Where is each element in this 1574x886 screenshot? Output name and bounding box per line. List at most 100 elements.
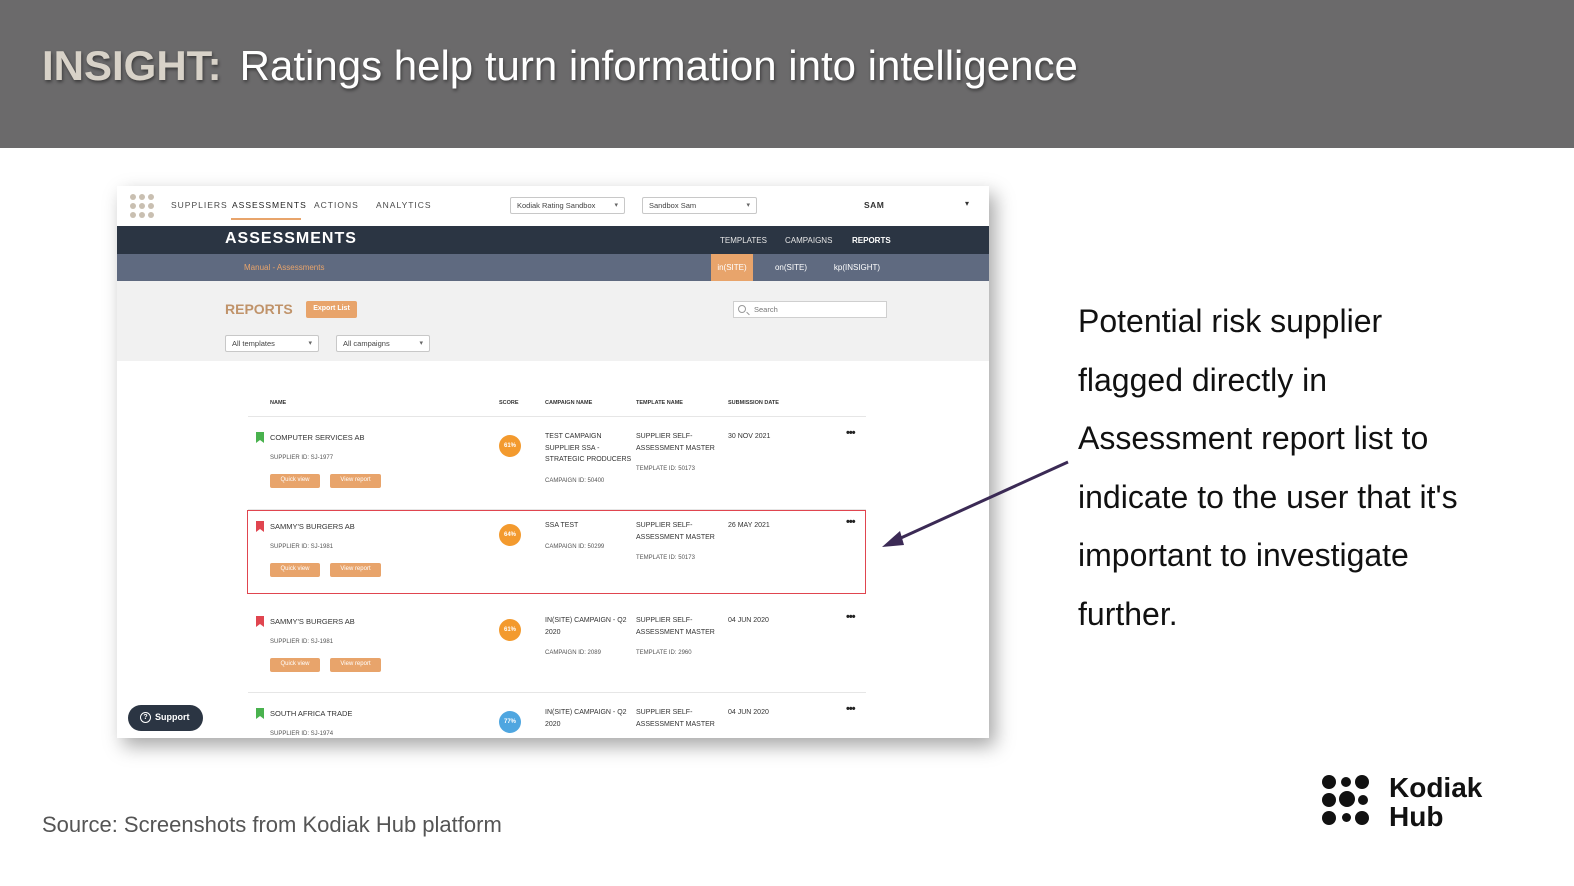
campaign-name: IN(SITE) CAMPAIGN - Q2 2020 [545,615,627,638]
template-name: SUPPLIER SELF- ASSESSMENT MASTER [636,707,715,730]
supplier-name[interactable]: SOUTH AFRICA TRADE [270,709,352,718]
dot-grid-icon[interactable] [130,194,154,218]
chevron-down-icon: ▾ [614,202,618,209]
ellipsis-icon[interactable]: ••• [846,516,856,528]
supplier-id: SUPPLIER ID: SJ-1977 [270,455,334,461]
campaigns-filter-value: All campaigns [343,339,390,348]
support-button[interactable]: ? Support [128,705,203,731]
template-name: SUPPLIER SELF- ASSESSMENT MASTER [636,520,715,543]
supplier-id: SUPPLIER ID: SJ-1981 [270,639,334,645]
campaign-name-line: STRATEGIC PRODUCERS [545,456,632,463]
nav-actions[interactable]: ACTIONS [314,200,359,210]
brand-wordmark: Kodiak Hub [1389,773,1482,831]
tab-reports[interactable]: REPORTS [852,236,891,245]
table-row-highlighted[interactable]: SAMMY'S BURGERS AB SUPPLIER ID: SJ-1981 … [247,510,866,594]
template-name-line: ASSESSMENT MASTER [636,444,715,452]
campaign-name-line: 2020 [545,720,561,728]
subtab-onsite[interactable]: on(SITE) [767,254,815,281]
template-name-line: SUPPLIER SELF- [636,617,693,624]
score-badge: 77% [499,711,521,733]
active-nav-indicator [231,218,301,220]
tab-campaigns[interactable]: CAMPAIGNS [785,236,832,245]
template-name: SUPPLIER SELF- ASSESSMENT MASTER [636,615,715,638]
annotation-line: further. [1078,595,1178,632]
campaign-name-line: IN(SITE) CAMPAIGN - Q2 [545,709,627,716]
app-screenshot: SUPPLIERS ASSESSMENTS ACTIONS ANALYTICS … [117,186,989,738]
sub-navigation: Manual - Assessments in(SITE) on(SITE) k… [117,254,989,281]
section-title: ASSESSMENTS [225,230,357,247]
nav-suppliers[interactable]: SUPPLIERS [171,200,228,210]
bookmark-flag-icon [256,708,264,719]
template-name-line: ASSESSMENT MASTER [636,628,715,636]
source-caption: Source: Screenshots from Kodiak Hub plat… [42,812,502,837]
reports-table: NAME SCORE CAMPAIGN NAME TEMPLATE NAME S… [117,361,989,738]
quick-view-button[interactable]: Quick view [270,563,320,577]
annotation-line: Assessment report list to [1078,420,1429,456]
annotation-line: Potential risk supplier [1078,303,1383,339]
campaign-name-line: SSA TEST [545,522,579,529]
supplier-name[interactable]: COMPUTER SERVICES AB [270,433,364,442]
column-header-date: SUBMISSION DATE [728,400,779,406]
table-row[interactable]: COMPUTER SERVICES AB SUPPLIER ID: SJ-197… [248,422,866,506]
search-input[interactable] [754,304,882,315]
template-name-line: SUPPLIER SELF- [636,522,693,529]
template-id: TEMPLATE ID: 2960 [636,650,692,656]
supplier-name[interactable]: SAMMY'S BURGERS AB [270,522,355,531]
supplier-id: SUPPLIER ID: SJ-1974 [270,731,334,737]
quick-view-button[interactable]: Quick view [270,474,320,488]
question-circle-icon: ? [140,712,151,723]
breadcrumb[interactable]: Manual - Assessments [244,263,324,272]
template-name-line: ASSESSMENT MASTER [636,720,715,728]
divider [248,692,866,693]
view-report-button[interactable]: View report [330,563,381,577]
table-row[interactable]: SAMMY'S BURGERS AB SUPPLIER ID: SJ-1981 … [248,606,866,690]
campaign-name: SSA TEST [545,520,578,532]
supplier-name[interactable]: SAMMY'S BURGERS AB [270,617,355,626]
column-header-score: SCORE [499,400,519,406]
nav-assessments[interactable]: ASSESSMENTS [232,200,307,210]
search-icon [738,305,746,313]
campaigns-filter-dropdown[interactable]: All campaigns ▾ [336,335,430,352]
template-name: SUPPLIER SELF- ASSESSMENT MASTER [636,431,715,454]
slide-title-keyword: INSIGHT: [42,42,222,89]
brand-line: Kodiak [1389,772,1483,803]
templates-filter-dropdown[interactable]: All templates ▾ [225,335,319,352]
ellipsis-icon[interactable]: ••• [846,611,856,623]
view-report-button[interactable]: View report [330,474,381,488]
ellipsis-icon[interactable]: ••• [846,427,856,439]
slide-header: INSIGHT: Ratings help turn information in… [0,0,1574,148]
export-list-button[interactable]: Export List [306,301,357,318]
filter-area: REPORTS Export List All templates ▾ All … [117,281,989,361]
tab-templates[interactable]: TEMPLATES [720,236,767,245]
template-name-line: ASSESSMENT MASTER [636,533,715,541]
annotation-arrow [882,460,1069,547]
chevron-down-icon: ▾ [419,340,423,347]
user-dropdown[interactable]: Sandbox Sam ▾ [642,197,757,214]
chevron-down-icon: ▾ [746,202,750,209]
divider [248,416,866,417]
template-id: TEMPLATE ID: 50173 [636,466,695,472]
user-menu-caret-icon[interactable]: ▾ [965,199,969,208]
subtab-insite[interactable]: in(SITE) [711,254,753,281]
bookmark-flag-icon [256,432,264,443]
quick-view-button[interactable]: Quick view [270,658,320,672]
templates-filter-value: All templates [232,339,275,348]
bookmark-flag-icon [256,616,264,627]
subtab-kpinsight[interactable]: kp(INSIGHT) [829,254,885,281]
nav-analytics[interactable]: ANALYTICS [376,200,432,210]
table-row[interactable]: SOUTH AFRICA TRADE SUPPLIER ID: SJ-1974 … [248,698,866,738]
user-menu-name[interactable]: SAM [864,200,884,210]
score-badge: 61% [499,619,521,641]
chevron-down-icon: ▾ [308,340,312,347]
ellipsis-icon[interactable]: ••• [846,703,856,715]
workspace-dropdown[interactable]: Kodiak Rating Sandbox ▾ [510,197,625,214]
bookmark-flag-icon [256,521,264,532]
submission-date: 30 NOV 2021 [728,433,771,440]
page-title: REPORTS [225,301,293,317]
campaign-id: CAMPAIGN ID: 50299 [545,544,605,550]
template-name-line: SUPPLIER SELF- [636,433,693,440]
template-id: TEMPLATE ID: 50173 [636,555,695,561]
section-header: ASSESSMENTS TEMPLATES CAMPAIGNS REPORTS [117,226,989,254]
user-dropdown-value: Sandbox Sam [649,201,697,210]
view-report-button[interactable]: View report [330,658,381,672]
